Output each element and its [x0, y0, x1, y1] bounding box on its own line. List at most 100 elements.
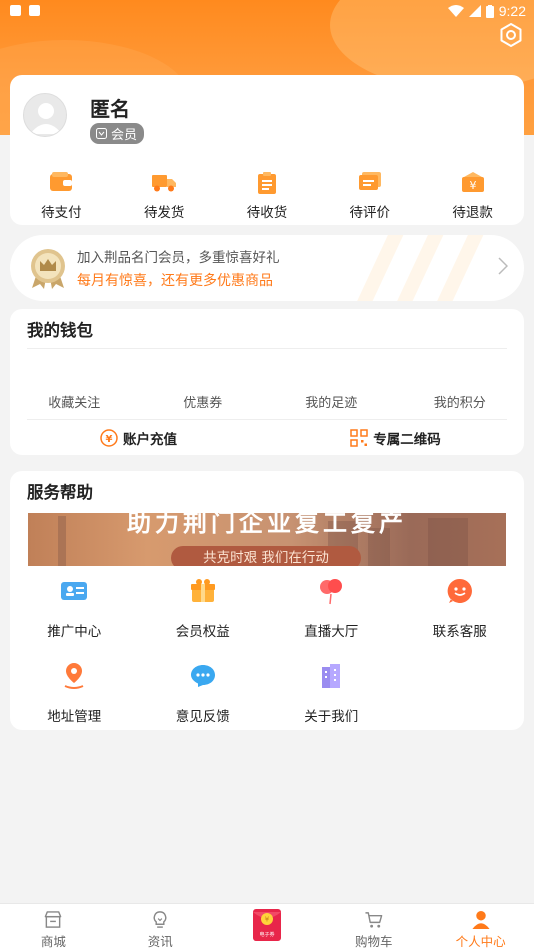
- chevron-right-icon: [498, 257, 508, 275]
- nav-store[interactable]: 商城: [0, 904, 107, 950]
- service-label: 关于我们: [304, 709, 359, 725]
- service-label: 联系客服: [432, 624, 487, 640]
- signal-icon: [468, 5, 481, 17]
- clipboard-icon: [257, 172, 276, 194]
- username[interactable]: 匿名: [90, 93, 130, 122]
- about-us[interactable]: 关于我们: [267, 661, 396, 746]
- live-hall[interactable]: 直播大厅: [267, 576, 396, 661]
- yuan-circle-icon: ¥: [100, 429, 118, 447]
- service-help-card: 服务帮助 助力荆门企业复工复产 共克时艰 我们在行动 推广中心 会员权益 直播大…: [10, 471, 524, 730]
- red-envelope-icon: ¥ 电子券: [252, 909, 281, 941]
- order-label: 待发货: [143, 205, 185, 221]
- promotion-icon: [61, 582, 88, 600]
- order-label: 待收货: [246, 205, 288, 221]
- bottom-nav: 商城 资讯 ¥ 电子券 购物车 个人中心: [0, 903, 534, 950]
- store-icon: [45, 911, 62, 928]
- banner-subtitle: 共克时艰 我们在行动: [171, 546, 361, 566]
- notification-icon: [29, 5, 40, 16]
- service-label: 地址管理: [47, 709, 102, 725]
- order-pending-shipment[interactable]: 待发货: [113, 171, 216, 221]
- nav-label: 商城: [40, 934, 66, 949]
- wallet-card: 我的钱包 收藏关注 优惠券 我的足迹 我的积分 ¥ 账户充值 专属二维码: [10, 309, 524, 455]
- favorites-link[interactable]: 收藏关注: [10, 392, 139, 411]
- nav-news[interactable]: 资讯: [107, 904, 214, 950]
- nav-label: 购物车: [355, 934, 393, 949]
- gear-icon: [500, 23, 522, 47]
- wallet-title: 我的钱包: [27, 321, 93, 340]
- membership-promo-banner[interactable]: 加入荆品名门会员，多重惊喜好礼 每月有惊喜，还有更多优惠商品: [10, 235, 524, 301]
- person-icon: [472, 910, 490, 929]
- svg-text:¥: ¥: [265, 916, 270, 924]
- coupon-badge-text: 电子券: [259, 931, 274, 938]
- service-label: 直播大厅: [304, 624, 359, 640]
- promotion-center[interactable]: 推广中心: [10, 576, 139, 661]
- wallet-links: 收藏关注 优惠券 我的足迹 我的积分: [10, 392, 524, 411]
- battery-icon: [485, 4, 494, 18]
- empty-slot: [396, 661, 525, 746]
- nav-cart[interactable]: 购物车: [320, 904, 427, 950]
- points-link[interactable]: 我的积分: [396, 392, 525, 411]
- crown-medal-icon: [31, 249, 65, 289]
- contact-support[interactable]: 联系客服: [396, 576, 525, 661]
- service-title: 服务帮助: [27, 483, 93, 502]
- location-icon: [64, 663, 84, 689]
- bulb-icon: [153, 911, 167, 928]
- settings-button[interactable]: [498, 22, 524, 48]
- gift-icon: [190, 579, 215, 602]
- order-status-row: 待支付 待发货 待收货 待评价 ¥ 待退款: [10, 171, 524, 221]
- qr-code-icon: [350, 429, 368, 447]
- wallet-actions: ¥ 账户充值 专属二维码: [10, 428, 524, 448]
- member-badge[interactable]: 会员: [90, 123, 145, 144]
- feedback-icon: [190, 665, 215, 687]
- order-label: 待退款: [452, 205, 493, 221]
- nav-label: 个人中心: [455, 934, 506, 949]
- building-icon: [322, 664, 341, 688]
- service-grid: 推广中心 会员权益 直播大厅 联系客服 地址管理 意见反馈 关于我们: [10, 576, 524, 746]
- recharge-button[interactable]: ¥ 账户充值: [10, 428, 267, 448]
- nav-label: 资讯: [147, 934, 173, 949]
- divider: [27, 348, 507, 349]
- default-avatar-icon: [30, 103, 62, 134]
- chat-face-icon: [447, 578, 472, 603]
- svg-text:¥: ¥: [469, 179, 476, 192]
- promo-subtitle: 每月有惊喜，还有更多优惠商品: [77, 273, 273, 289]
- qr-code-button[interactable]: 专属二维码: [267, 428, 524, 448]
- nav-profile[interactable]: 个人中心: [427, 904, 534, 950]
- order-pending-review[interactable]: 待评价: [318, 171, 421, 221]
- member-benefits[interactable]: 会员权益: [139, 576, 268, 661]
- order-label: 待评价: [349, 205, 391, 221]
- promo-title: 加入荆品名门会员，多重惊喜好礼: [77, 250, 280, 266]
- refund-icon: ¥: [461, 172, 484, 192]
- history-link[interactable]: 我的足迹: [267, 392, 396, 411]
- order-pending-receipt[interactable]: 待收货: [216, 171, 319, 221]
- notification-icon: [10, 5, 21, 16]
- feedback[interactable]: 意见反馈: [139, 661, 268, 746]
- status-bar: 9:22: [0, 0, 534, 24]
- coupons-link[interactable]: 优惠券: [139, 392, 268, 411]
- nav-coupon[interactable]: ¥ 电子券: [214, 904, 321, 950]
- qr-code-label: 专属二维码: [373, 432, 441, 448]
- status-time: 9:22: [498, 3, 526, 19]
- address-management[interactable]: 地址管理: [10, 661, 139, 746]
- truck-icon: [152, 175, 177, 192]
- balloon-icon: [320, 579, 343, 605]
- svg-text:¥: ¥: [106, 434, 113, 445]
- service-label: 推广中心: [47, 624, 102, 640]
- member-label: 会员: [111, 128, 138, 143]
- comment-icon: [358, 172, 381, 190]
- recharge-label: 账户充值: [123, 432, 177, 448]
- cart-icon: [365, 912, 383, 928]
- wallet-icon: [50, 172, 73, 191]
- order-label: 待支付: [41, 205, 82, 221]
- order-pending-payment[interactable]: 待支付: [10, 171, 113, 221]
- divider: [27, 419, 507, 420]
- vip-icon: [96, 128, 107, 139]
- order-pending-refund[interactable]: ¥ 待退款: [421, 171, 524, 221]
- banner-title: 助力荆门企业复工复产: [127, 513, 407, 537]
- service-banner[interactable]: 助力荆门企业复工复产 共克时艰 我们在行动: [28, 513, 506, 566]
- promo-decoration: [349, 235, 405, 301]
- service-label: 会员权益: [175, 624, 230, 640]
- service-label: 意见反馈: [175, 709, 230, 725]
- avatar[interactable]: [23, 93, 67, 137]
- profile-card: 匿名 会员 待支付 待发货 待收货 待评价 ¥ 待退款: [10, 75, 524, 225]
